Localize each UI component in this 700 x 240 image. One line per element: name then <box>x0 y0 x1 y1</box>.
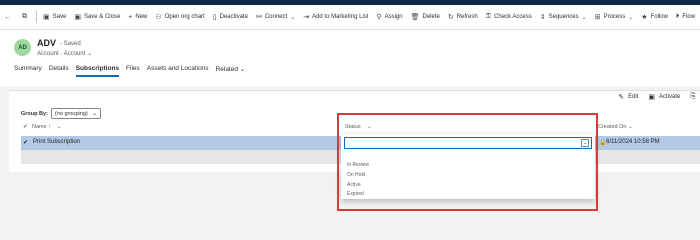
subgrid-toolbar: ✎ Edit ▣ Activate ⎘ <box>608 93 700 101</box>
sequences-button[interactable]: ⇕ Sequences ⌄ <box>536 5 591 29</box>
highlight-box <box>337 113 598 211</box>
follow-button[interactable]: ★ Follow <box>637 5 672 29</box>
save-close-label: Save & Close <box>83 14 121 20</box>
deactivate-label: Deactivate <box>219 14 248 20</box>
entity-label: Account <box>37 51 59 57</box>
separator <box>36 11 37 23</box>
avatar: AD <box>14 39 31 56</box>
refresh-button[interactable]: ↻ Refresh <box>444 5 482 29</box>
check-access-label: Check Access <box>494 14 532 20</box>
activate-icon: ▣ <box>648 94 656 101</box>
save-icon: ▣ <box>43 14 50 21</box>
process-label: Process <box>603 14 626 20</box>
chevron-down-icon: ⌄ <box>57 124 62 130</box>
refresh-icon: ↻ <box>447 14 454 21</box>
chevron-down-icon: ⌄ <box>87 51 93 57</box>
back-icon: ← <box>4 13 11 21</box>
activate-button[interactable]: ▣ Activate <box>648 93 680 101</box>
group-by-label: Group By: <box>21 111 48 117</box>
save-status: - Saved <box>60 41 81 47</box>
deactivate-button[interactable]: ▯ Deactivate <box>209 5 252 29</box>
org-chart-icon: ⚇ <box>155 14 162 21</box>
connect-icon: ⚯ <box>255 14 262 21</box>
process-icon: ⊞ <box>594 14 601 21</box>
deactivate-icon: ▯ <box>212 14 217 21</box>
follow-icon: ★ <box>641 14 648 21</box>
edit-label: Edit <box>628 94 639 100</box>
chevron-down-icon: ⌄ <box>91 111 97 117</box>
tab-label: Summary <box>14 65 42 72</box>
connect-button[interactable]: ⚯ Connect ⌄ <box>252 5 299 29</box>
tab-label: Assets and Locations <box>146 65 209 72</box>
activate-label: Activate <box>659 94 681 100</box>
record-tabs: Summary Details Subscriptions Files Assets a… <box>14 65 252 77</box>
tab-files[interactable]: Files <box>126 65 140 77</box>
edit-button[interactable]: ✎ Edit <box>618 93 638 101</box>
connect-label: Connect <box>264 14 288 20</box>
tab-label: Subscriptions <box>75 65 120 72</box>
marketing-list-button[interactable]: ⇥ Add to Marketing List <box>299 5 372 29</box>
popout-icon: ⧉ <box>22 13 27 20</box>
new-icon: + <box>128 13 133 21</box>
row-checkbox[interactable]: ✔ <box>23 139 28 146</box>
row-created-on: 6/11/2024 10:58 PM <box>606 139 660 145</box>
group-by-value: (no grouping) <box>55 110 88 117</box>
command-bar: ← ⧉ ▣ Save ▣ Save & Close + New ⚇ Open org chart ▯… <box>0 5 700 30</box>
marketing-list-icon: ⇥ <box>303 14 310 21</box>
column-created-on[interactable]: Created On <box>598 124 626 130</box>
tab-label: Files <box>126 65 140 72</box>
save-close-button[interactable]: ▣ Save & Close <box>70 5 124 29</box>
assign-button[interactable]: ⚲ Assign <box>372 5 406 29</box>
chevron-down-icon[interactable]: ⌄ <box>290 14 295 21</box>
save-label: Save <box>52 14 67 20</box>
process-button[interactable]: ⊞ Process ⌄ <box>591 5 638 29</box>
tab-related[interactable]: Related ⌄ <box>216 65 246 77</box>
save-button[interactable]: ▣ Save <box>39 5 70 29</box>
follow-label: Follow <box>650 14 668 20</box>
more-icon[interactable]: ⎘ <box>690 93 700 101</box>
new-button[interactable]: + New <box>124 5 151 29</box>
column-name[interactable]: Name ↑ <box>32 124 51 130</box>
sequences-label: Sequences <box>548 14 579 20</box>
chevron-down-icon[interactable]: ⌄ <box>628 14 633 21</box>
save-close-icon: ▣ <box>74 14 81 21</box>
pencil-icon: ✎ <box>618 94 625 101</box>
flow-label: Flow <box>682 14 696 20</box>
record-title: ADV <box>37 38 57 48</box>
tab-summary[interactable]: Summary <box>14 65 42 77</box>
tab-assets-and-locations[interactable]: Assets and Locations <box>147 65 209 77</box>
flow-button[interactable]: ⏵ Flow <box>672 5 699 29</box>
overflow-icon: ⎘ <box>690 93 696 100</box>
tab-details[interactable]: Details <box>49 65 69 77</box>
check-access-button[interactable]: ⚿ Check Access <box>482 5 536 29</box>
back-button[interactable]: ← <box>0 5 18 29</box>
chevron-down-icon[interactable]: ⌄ <box>582 14 587 21</box>
delete-button[interactable]: 🗑 Delete <box>407 5 444 29</box>
chevron-down-icon: ⌄ <box>237 66 246 73</box>
tab-label: Details <box>48 65 69 72</box>
chevron-down-icon: ⌄ <box>628 124 633 130</box>
org-chart-label: Open org chart <box>164 14 205 20</box>
flow-icon: ⏵ <box>675 13 680 20</box>
new-label: New <box>135 14 148 20</box>
tab-label: Related <box>215 66 238 73</box>
select-all-checkbox[interactable]: ✔ <box>23 124 28 130</box>
group-by-select[interactable]: (no grouping) ⌄ <box>51 108 101 119</box>
org-chart-button[interactable]: ⚇ Open org chart <box>151 5 208 29</box>
row-name[interactable]: Print Subscription <box>33 139 80 145</box>
check-access-icon: ⚿ <box>485 13 492 20</box>
refresh-label: Refresh <box>456 14 478 20</box>
record-entity[interactable]: Account · Account ⌄ <box>37 50 92 57</box>
record-header <box>0 30 700 86</box>
delete-icon: 🗑 <box>410 14 420 21</box>
sequences-icon: ⇕ <box>539 14 546 21</box>
assign-icon: ⚲ <box>376 14 382 21</box>
form-selector[interactable]: Account <box>64 51 86 57</box>
popout-button[interactable]: ⧉ <box>18 5 34 29</box>
delete-label: Delete <box>422 14 440 20</box>
assign-label: Assign <box>384 14 403 20</box>
marketing-list-label: Add to Marketing List <box>312 14 369 20</box>
tab-subscriptions[interactable]: Subscriptions <box>75 65 120 77</box>
